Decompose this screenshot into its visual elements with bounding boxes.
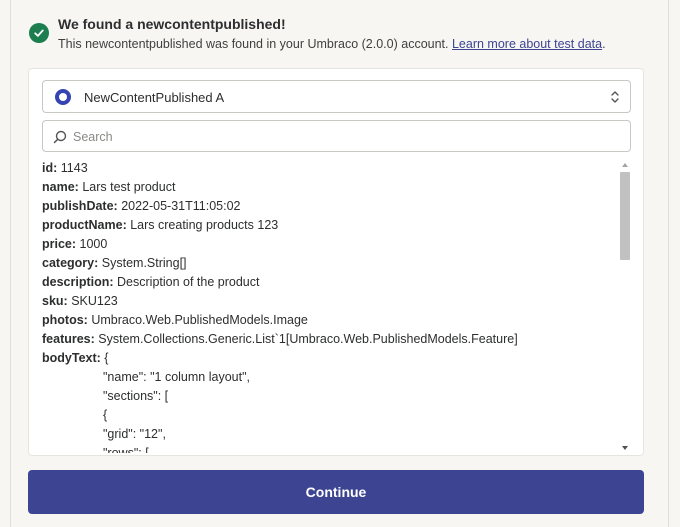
scroll-down-arrow-icon[interactable] xyxy=(621,444,629,452)
field-value: System.Collections.Generic.List`1[Umbrac… xyxy=(98,332,518,346)
field-row: price: 1000 xyxy=(42,235,617,254)
search-box[interactable] xyxy=(42,120,631,152)
frame-border-right xyxy=(668,0,669,527)
field-value: SKU123 xyxy=(71,294,118,308)
field-value: 2022-05-31T11:05:02 xyxy=(121,199,241,213)
json-line: "sections": [ xyxy=(103,389,169,403)
field-value: { xyxy=(104,351,109,365)
found-header: We found a newcontentpublished! This new… xyxy=(29,14,649,56)
field-value: 1143 xyxy=(60,161,88,175)
field-key: features: xyxy=(42,332,95,346)
field-value: Umbraco.Web.PublishedModels.Image xyxy=(91,313,308,327)
found-title: We found a newcontentpublished! xyxy=(58,16,286,32)
field-value: System.String[] xyxy=(101,256,187,270)
json-line: { xyxy=(103,408,108,422)
scroll-up-arrow-icon[interactable] xyxy=(621,161,629,169)
field-row: category: System.String[] xyxy=(42,254,617,273)
field-key: photos: xyxy=(42,313,88,327)
field-row: id: 1143 xyxy=(42,159,617,178)
learn-more-link[interactable]: Learn more about test data xyxy=(452,37,602,51)
frame-border-left xyxy=(10,0,11,527)
field-row: publishDate: 2022-05-31T11:05:02 xyxy=(42,197,617,216)
chevron-up-down-icon xyxy=(611,91,619,103)
json-line: "grid": "12", xyxy=(103,427,166,441)
field-row: bodyText: { xyxy=(42,349,617,368)
field-key: category: xyxy=(42,256,99,270)
field-key: sku: xyxy=(42,294,68,308)
found-description-text: This newcontentpublished was found in yo… xyxy=(58,37,449,51)
description-period: . xyxy=(602,37,606,51)
field-row: sku: SKU123 xyxy=(42,292,617,311)
search-input[interactable] xyxy=(73,127,613,147)
continue-button[interactable]: Continue xyxy=(28,470,644,514)
scrollbar[interactable] xyxy=(619,159,631,454)
field-row: features: System.Collections.Generic.Lis… xyxy=(42,330,617,349)
scrollbar-thumb[interactable] xyxy=(620,172,630,260)
field-row: name: Lars test product xyxy=(42,178,617,197)
field-value: Lars test product xyxy=(82,180,176,194)
field-key: name: xyxy=(42,180,79,194)
check-circle-icon xyxy=(29,23,49,43)
field-value: 1000 xyxy=(79,237,108,251)
field-row: productName: Lars creating products 123 xyxy=(42,216,617,235)
field-key: productName: xyxy=(42,218,127,232)
field-key: price: xyxy=(42,237,77,251)
json-line: "name": "1 column layout", xyxy=(103,370,250,384)
record-select[interactable]: NewContentPublished A xyxy=(42,80,631,113)
field-value: Description of the product xyxy=(117,275,260,289)
field-key: id: xyxy=(42,161,58,175)
umbraco-logo-icon xyxy=(55,89,71,105)
record-select-value: NewContentPublished A xyxy=(84,90,225,105)
field-key: publishDate: xyxy=(42,199,118,213)
search-icon xyxy=(53,130,67,144)
json-line: "rows": [ xyxy=(103,446,149,453)
field-key: bodyText: xyxy=(42,351,101,365)
found-description: This newcontentpublished was found in yo… xyxy=(58,37,606,51)
field-value: Lars creating products 123 xyxy=(130,218,279,232)
test-data-list: id: 1143 name: Lars test product publish… xyxy=(42,159,617,453)
field-row: description: Description of the product xyxy=(42,273,617,292)
test-data-panel: NewContentPublished A id: 1143 name: Lar… xyxy=(28,68,644,456)
field-key: description: xyxy=(42,275,114,289)
field-row: photos: Umbraco.Web.PublishedModels.Imag… xyxy=(42,311,617,330)
